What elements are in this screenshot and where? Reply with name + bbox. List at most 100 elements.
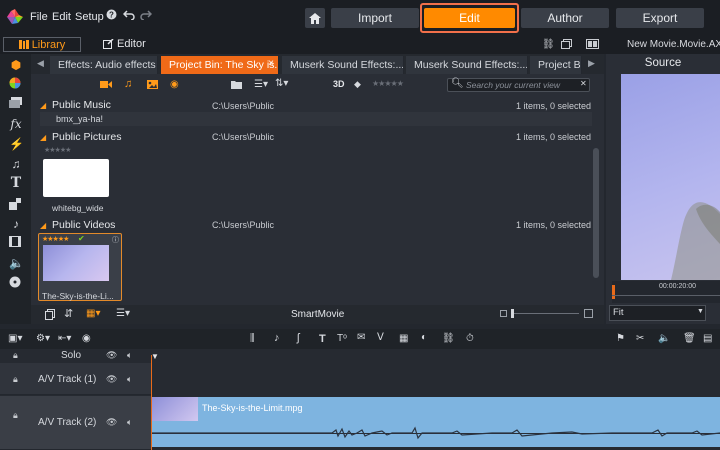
- split-icon[interactable]: ʃ: [297, 332, 299, 344]
- thumb-small-icon[interactable]: [500, 310, 507, 317]
- library-tab-project-b[interactable]: Project B: [530, 56, 582, 74]
- library-tab-muserk-1[interactable]: Muserk Sound Effects:...: [282, 56, 404, 74]
- rating-stars[interactable]: ★★★★★: [42, 235, 69, 243]
- speed-icon[interactable]: ⏱: [466, 333, 474, 344]
- zoom-fit-select[interactable]: Fit: [609, 305, 706, 321]
- lock-icon[interactable]: 🔒︎: [13, 410, 18, 421]
- undo-icon[interactable]: [123, 10, 135, 20]
- smartmovie-button[interactable]: SmartMovie: [291, 309, 344, 320]
- info-icon[interactable]: ⓘ: [112, 235, 119, 245]
- list-item[interactable]: [40, 112, 592, 126]
- marker-icon[interactable]: ⚑: [616, 333, 625, 344]
- library-tab-muserk-2[interactable]: Muserk Sound Effects:...: [406, 56, 528, 74]
- thumb-large-icon[interactable]: [584, 309, 593, 318]
- film-strip-icon[interactable]: [9, 236, 23, 250]
- title-motion-icon[interactable]: Tᵒ: [337, 333, 347, 344]
- tab-scroll-left-icon[interactable]: ◀: [37, 58, 44, 69]
- transition-icon[interactable]: ⚡: [9, 137, 24, 151]
- edit-mode-icon[interactable]: ⇤▾: [58, 333, 71, 344]
- search-input[interactable]: Search your current view: [447, 78, 590, 92]
- sort-icon[interactable]: ⇅▾: [275, 78, 288, 89]
- volume-icon[interactable]: 🔈: [658, 333, 670, 344]
- razor-icon[interactable]: ✂: [636, 333, 644, 344]
- redo-icon[interactable]: [140, 10, 152, 20]
- link-icon[interactable]: ⛓: [542, 39, 555, 50]
- link-clip-icon[interactable]: ⛓: [442, 333, 455, 344]
- image-filter-icon[interactable]: [147, 80, 158, 89]
- copy-icon[interactable]: [45, 309, 55, 320]
- source-preview[interactable]: [621, 74, 720, 280]
- video-thumbnail[interactable]: [43, 245, 109, 281]
- tab-library[interactable]: Library: [3, 37, 81, 52]
- rating-stars[interactable]: ★★★★★: [44, 146, 71, 154]
- clear-search-icon[interactable]: ✕: [580, 79, 587, 88]
- collapse-icon[interactable]: ◢: [40, 101, 46, 110]
- menu-file[interactable]: File: [30, 11, 48, 23]
- speaker-icon[interactable]: 🔈︎: [127, 374, 132, 385]
- swap-icon[interactable]: ⇵: [64, 307, 73, 320]
- transition-tool-icon[interactable]: ᐯ: [377, 332, 384, 343]
- lock-icon[interactable]: 🔒︎: [13, 374, 18, 385]
- library-tab-project-bin[interactable]: Project Bin: The Sky is... ×: [161, 56, 279, 74]
- speaker-icon[interactable]: 🔈︎: [127, 417, 132, 428]
- collapse-icon[interactable]: ◢: [40, 133, 46, 142]
- list-view-icon[interactable]: ☰▾: [254, 79, 268, 90]
- eye-icon[interactable]: 👁︎: [106, 417, 117, 428]
- speaker-icon[interactable]: 🔈: [9, 256, 24, 270]
- eye-icon[interactable]: 👁︎: [106, 350, 117, 361]
- menu-edit[interactable]: Edit: [52, 11, 71, 23]
- edit-button[interactable]: Edit: [424, 8, 515, 28]
- author-button[interactable]: Author: [521, 8, 609, 28]
- grid-view-icon[interactable]: ▦▾: [86, 308, 100, 319]
- montage-icon[interactable]: [9, 198, 23, 212]
- timeline-settings-icon[interactable]: ▤: [703, 333, 712, 344]
- help-icon[interactable]: ?: [106, 9, 117, 20]
- mixer-icon[interactable]: ⫼: [250, 333, 255, 344]
- video-filter-icon[interactable]: [100, 80, 112, 89]
- menu-icon[interactable]: ☰▾: [116, 308, 130, 319]
- title-text-icon[interactable]: T: [9, 176, 23, 190]
- audio-tool-icon[interactable]: ♪: [274, 332, 280, 344]
- disc-icon[interactable]: [9, 276, 23, 290]
- color-wheel-icon[interactable]: [9, 77, 23, 91]
- tag-icon[interactable]: ◆: [354, 79, 361, 90]
- playhead-marker-icon[interactable]: ▼: [151, 352, 159, 361]
- fx-icon[interactable]: fx: [9, 117, 23, 131]
- speaker-icon[interactable]: 🔈︎: [127, 350, 132, 361]
- collapse-icon[interactable]: ◢: [40, 221, 46, 230]
- library-scrollbar-thumb[interactable]: [593, 148, 599, 278]
- color-icon[interactable]: ◐: [421, 332, 427, 343]
- dual-view-icon[interactable]: [586, 39, 599, 49]
- zoom-slider-handle[interactable]: [511, 309, 514, 318]
- eye-icon[interactable]: 👁︎: [106, 374, 117, 385]
- tab-editor[interactable]: Editor: [117, 38, 146, 50]
- trim-icon[interactable]: ▦: [399, 333, 408, 344]
- sound-effect-icon[interactable]: ♪: [9, 217, 23, 231]
- timeline-playhead[interactable]: [151, 355, 152, 450]
- project-filter-icon[interactable]: ◉: [170, 79, 179, 90]
- close-tab-icon[interactable]: ×: [268, 58, 274, 69]
- magnet-icon[interactable]: ◉: [82, 333, 91, 344]
- rating-filter[interactable]: ★★★★★: [372, 79, 404, 88]
- import-button[interactable]: Import: [331, 8, 419, 28]
- envelope-icon[interactable]: ✉: [357, 332, 365, 343]
- media-stack-icon[interactable]: [9, 97, 23, 111]
- gear-icon[interactable]: ⚙▾: [36, 333, 50, 344]
- lock-icon[interactable]: 🔒︎: [13, 350, 18, 361]
- export-button[interactable]: Export: [616, 8, 704, 28]
- library-home-icon[interactable]: ⬢: [9, 58, 23, 72]
- source-playhead[interactable]: [612, 285, 615, 299]
- view-3d-toggle[interactable]: 3D: [333, 79, 345, 89]
- home-button[interactable]: [305, 8, 325, 28]
- trash-icon[interactable]: 🗑: [683, 333, 696, 344]
- window-icon[interactable]: [561, 39, 572, 49]
- zoom-slider[interactable]: [511, 313, 579, 314]
- menu-setup[interactable]: Setup: [75, 11, 104, 23]
- tab-scroll-right-icon[interactable]: ▶: [588, 58, 595, 69]
- track-settings-icon[interactable]: ▣▾: [8, 333, 22, 344]
- library-tab-audio-effects[interactable]: Effects: Audio effects: [50, 56, 158, 74]
- music-note-icon[interactable]: ♫: [9, 157, 23, 171]
- folder-icon[interactable]: [231, 80, 242, 89]
- audio-filter-icon[interactable]: ♫: [124, 78, 132, 90]
- title-icon[interactable]: T: [319, 333, 326, 345]
